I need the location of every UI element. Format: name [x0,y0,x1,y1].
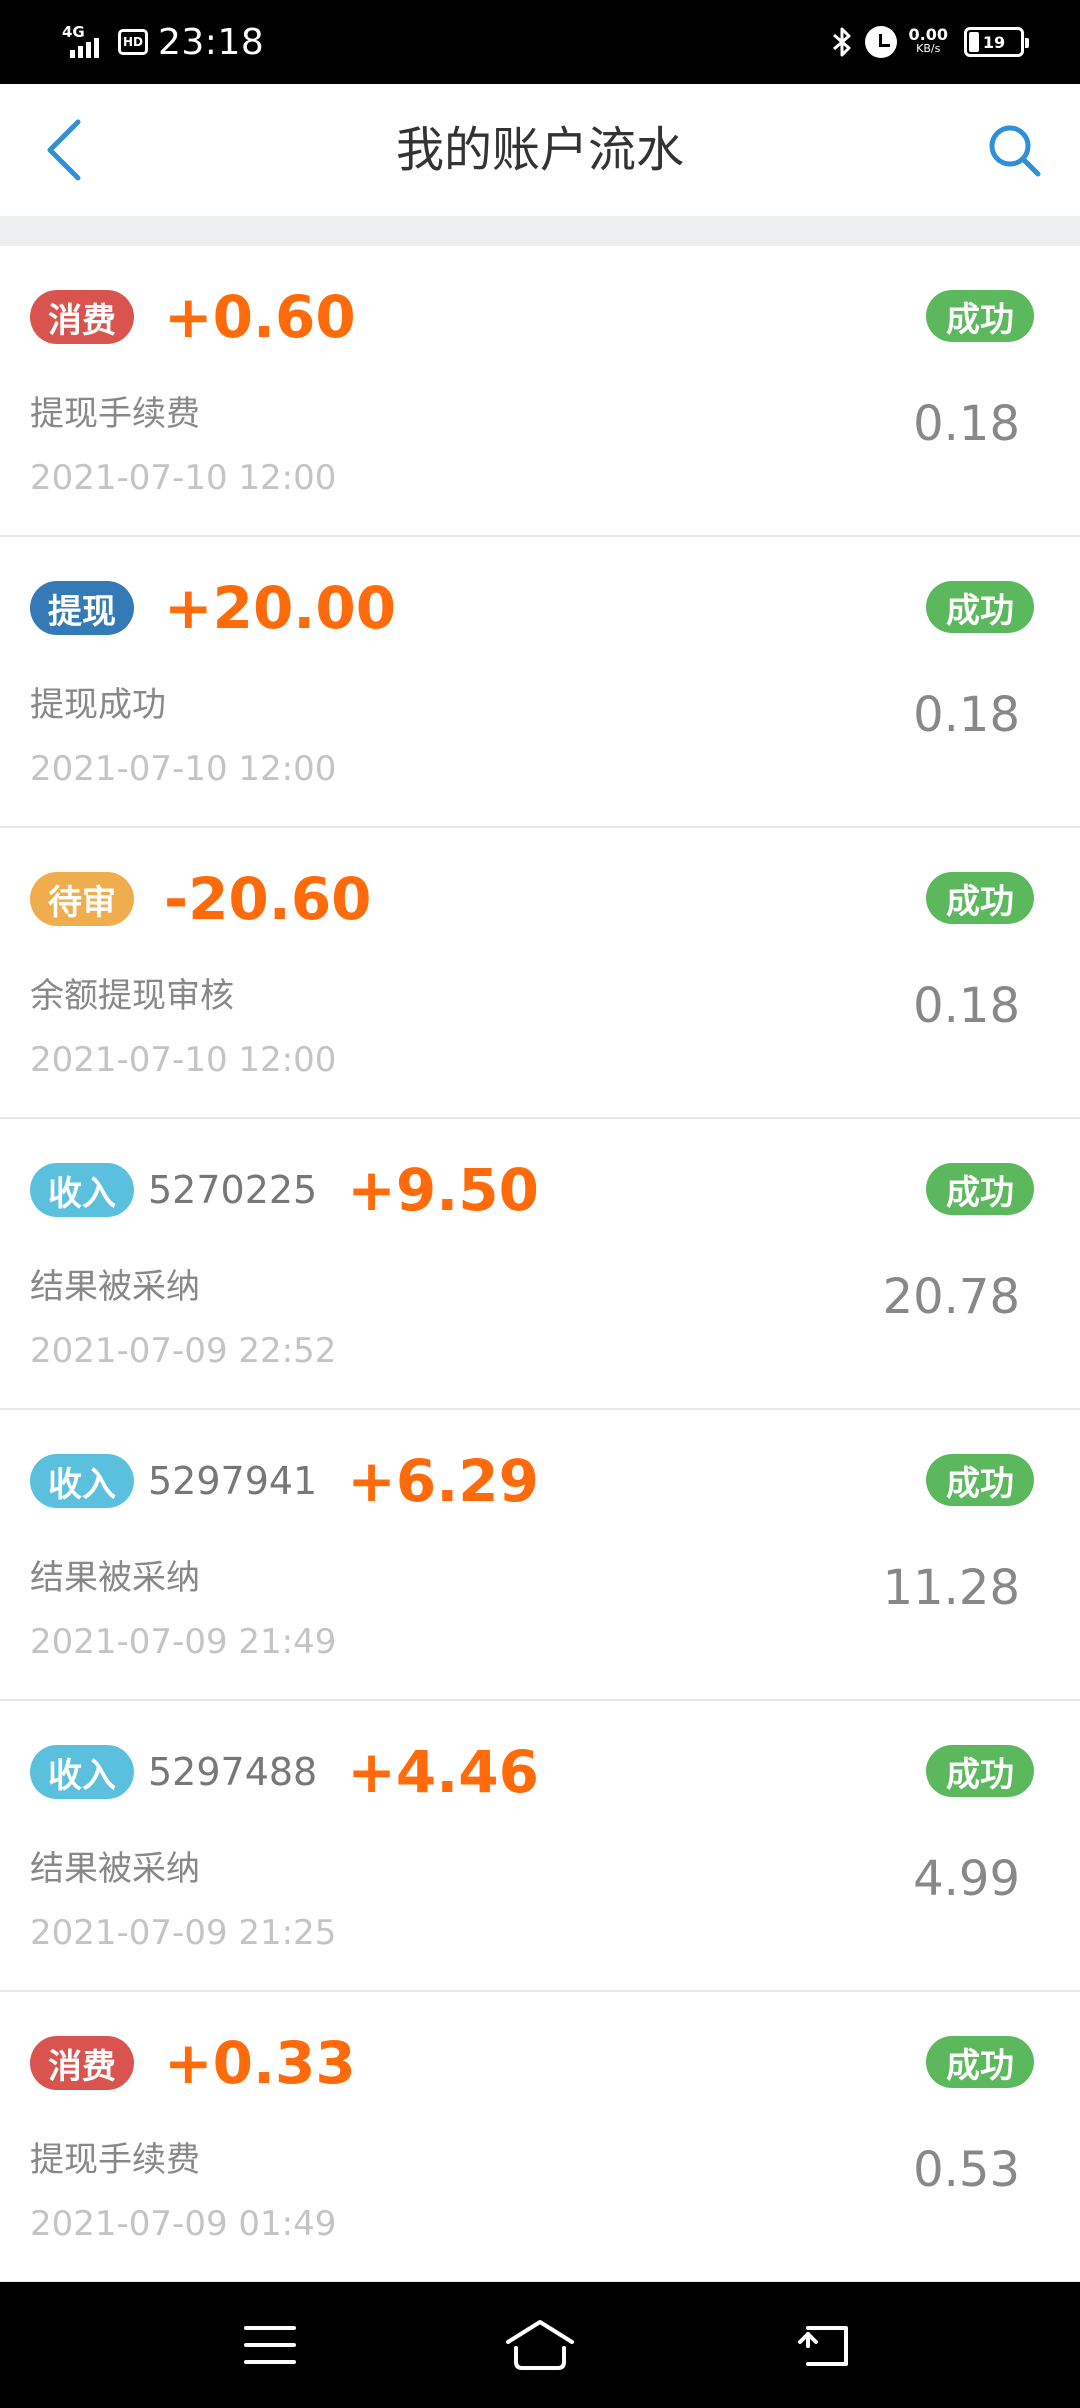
battery-level: 19 [982,32,1006,52]
record-date: 2021-07-09 22:52 [30,1331,337,1371]
record-summary: 收入 5297941 +6.29 [30,1443,539,1519]
record-description: 结果被采纳 [30,1267,200,1307]
record-summary: 消费 +0.33 [30,2025,356,2101]
record-description: 提现成功 [30,685,166,725]
status-right: 0.00 KB/s 19 [829,0,1029,84]
record-summary: 待审 -20.60 [30,861,372,937]
record-date: 2021-07-10 12:00 [30,749,337,789]
menu-icon [244,2326,296,2364]
record-date: 2021-07-09 01:49 [30,2204,337,2244]
record-amount: +4.46 [347,1738,539,1806]
record-amount: -20.60 [164,865,372,933]
record-balance: 0.18 [913,687,1020,743]
home-button[interactable] [502,2312,578,2378]
record-order-id: 5297941 [148,1459,318,1503]
record-description: 提现手续费 [30,2140,200,2180]
record-summary: 收入 5297488 +4.46 [30,1734,539,1810]
record-row[interactable]: 待审 -20.60 成功余额提现审核 2021-07-10 12:00 0.18 [0,828,1080,1119]
record-type-badge: 收入 [30,1163,134,1217]
record-row[interactable]: 消费 +0.33 成功提现手续费 2021-07-09 01:49 0.53 [0,1992,1080,2283]
search-button[interactable] [980,116,1050,186]
record-amount: +20.00 [164,574,397,642]
status-bar: 4G HD 23:18 0.00 KB/s 19 [0,0,1080,84]
home-icon [506,2320,574,2370]
record-date: 2021-07-10 12:00 [30,1040,337,1080]
status-left: 4G HD 23:18 [62,0,264,84]
record-status-badge: 成功 [926,1454,1034,1506]
bluetooth-icon [832,27,851,57]
record-date: 2021-07-09 21:49 [30,1622,337,1662]
record-date: 2021-07-09 21:25 [30,1913,337,1953]
record-type-badge: 消费 [30,290,134,344]
record-status-badge: 成功 [926,1163,1034,1215]
record-order-id: 5270225 [148,1168,318,1212]
hd-icon: HD [118,29,148,55]
clock: 23:18 [158,21,265,63]
record-amount: +0.60 [164,283,356,351]
record-row[interactable]: 收入 5297941 +6.29 成功结果被采纳 2021-07-09 21:49 11.… [0,1410,1080,1701]
network-speed: 0.00 KB/s [908,25,948,56]
record-summary: 提现 +20.00 [30,570,396,646]
record-type-badge: 消费 [30,2036,134,2090]
speed-unit: KB/s [916,42,941,55]
record-description: 结果被采纳 [30,1849,200,1889]
record-balance: 20.78 [882,1269,1020,1325]
speed-value: 0.00 [908,25,948,44]
record-amount: +9.50 [347,1156,539,1224]
record-type-badge: 待审 [30,872,134,926]
record-balance: 0.18 [913,978,1020,1034]
system-nav-bar [0,2282,1080,2408]
signal-icon: 4G [62,24,110,60]
menu-button[interactable] [232,2312,308,2378]
record-status-badge: 成功 [926,2036,1034,2088]
record-amount: +0.33 [164,2029,356,2097]
record-status-badge: 成功 [926,1745,1034,1797]
record-amount: +6.29 [347,1447,539,1515]
record-balance: 4.99 [913,1851,1020,1907]
record-type-badge: 收入 [30,1745,134,1799]
record-summary: 消费 +0.60 [30,279,356,355]
record-row[interactable]: 提现 +20.00 成功提现成功 2021-07-10 12:00 0.18 [0,537,1080,828]
back-icon [798,2326,848,2366]
record-status-badge: 成功 [926,290,1034,342]
record-status-badge: 成功 [926,581,1034,633]
record-balance: 11.28 [882,1560,1020,1616]
app-header: 我的账户流水 [0,84,1080,216]
section-divider [0,216,1080,246]
record-order-id: 5297488 [148,1750,318,1794]
record-row[interactable]: 收入 5270225 +9.50 成功结果被采纳 2021-07-09 22:52 20.… [0,1119,1080,1410]
battery-icon: 19 [964,27,1029,57]
record-type-badge: 收入 [30,1454,134,1508]
record-status-badge: 成功 [926,872,1034,924]
alarm-icon [864,26,897,58]
record-type-badge: 提现 [30,581,134,635]
record-description: 结果被采纳 [30,1558,200,1598]
record-date: 2021-07-10 12:00 [30,458,337,498]
record-balance: 0.18 [913,396,1020,452]
account-records-list: 消费 +0.60 成功 提现手续费 2021-07-10 12:00 0.18 提现 +20.… [0,246,1080,2283]
record-row[interactable]: 收入 5297488 +4.46 成功结果被采纳 2021-07-09 21:25 4.9… [0,1701,1080,1992]
record-balance: 0.53 [913,2142,1020,2198]
back-nav-button[interactable] [790,2312,866,2378]
record-description: 余额提现审核 [30,976,234,1016]
search-icon [989,125,1041,177]
page-title: 我的账户流水 [395,122,684,178]
record-summary: 收入 5270225 +9.50 [30,1152,539,1228]
record-description: 提现手续费 [30,394,200,434]
record-row[interactable]: 消费 +0.60 成功提现手续费 2021-07-10 12:00 0.18 [0,246,1080,537]
